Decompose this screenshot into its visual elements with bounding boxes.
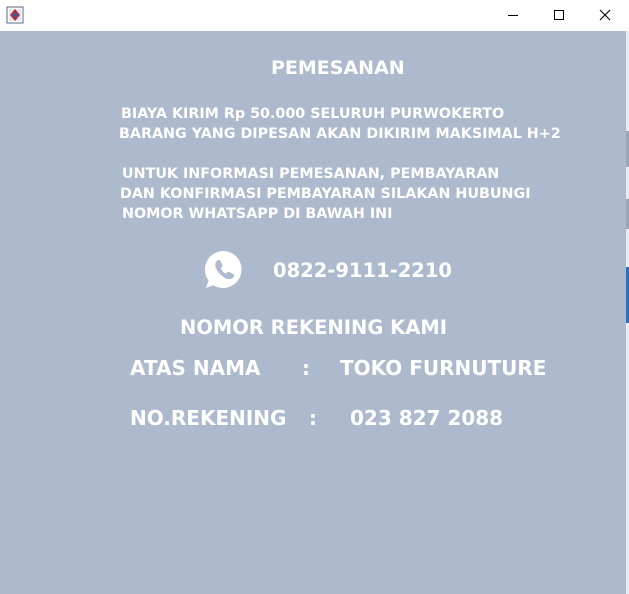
account-number-label: NO.REKENING <box>130 406 287 430</box>
app-window: PEMESANAN BIAYA KIRIM Rp 50.000 SELURUH … <box>0 0 629 594</box>
java-app-icon[interactable] <box>6 6 24 24</box>
whatsapp-icon <box>203 249 245 291</box>
account-number-value: 023 827 2088 <box>350 406 504 430</box>
account-name-label: ATAS NAMA <box>130 356 261 380</box>
shipping-cost-text: BIAYA KIRIM Rp 50.000 SELURUH PURWOKERTO <box>121 106 505 122</box>
title-bar[interactable] <box>0 0 629 31</box>
account-number-colon: : <box>309 406 317 430</box>
minimize-icon <box>507 6 519 25</box>
close-icon <box>599 6 611 25</box>
minimize-button[interactable] <box>490 0 536 31</box>
contact-info-text: DAN KONFIRMASI PEMBAYARAN SILAKAN HUBUNG… <box>120 186 531 202</box>
contact-info-text: UNTUK INFORMASI PEMESANAN, PEMBAYARAN <box>122 166 500 182</box>
close-button[interactable] <box>582 0 628 31</box>
account-name-value: TOKO FURNUTURE <box>340 356 547 380</box>
maximize-button[interactable] <box>536 0 582 31</box>
contact-info-text: NOMOR WHATSAPP DI BAWAH INI <box>122 206 393 222</box>
account-name-colon: : <box>302 356 310 380</box>
maximize-icon <box>553 6 565 25</box>
page-title: PEMESANAN <box>271 57 405 79</box>
bank-account-heading: NOMOR REKENING KAMI <box>180 316 448 339</box>
whatsapp-number: 0822-9111-2210 <box>273 259 453 282</box>
delivery-time-text: BARANG YANG DIPESAN AKAN DIKIRIM MAKSIMA… <box>119 126 561 142</box>
